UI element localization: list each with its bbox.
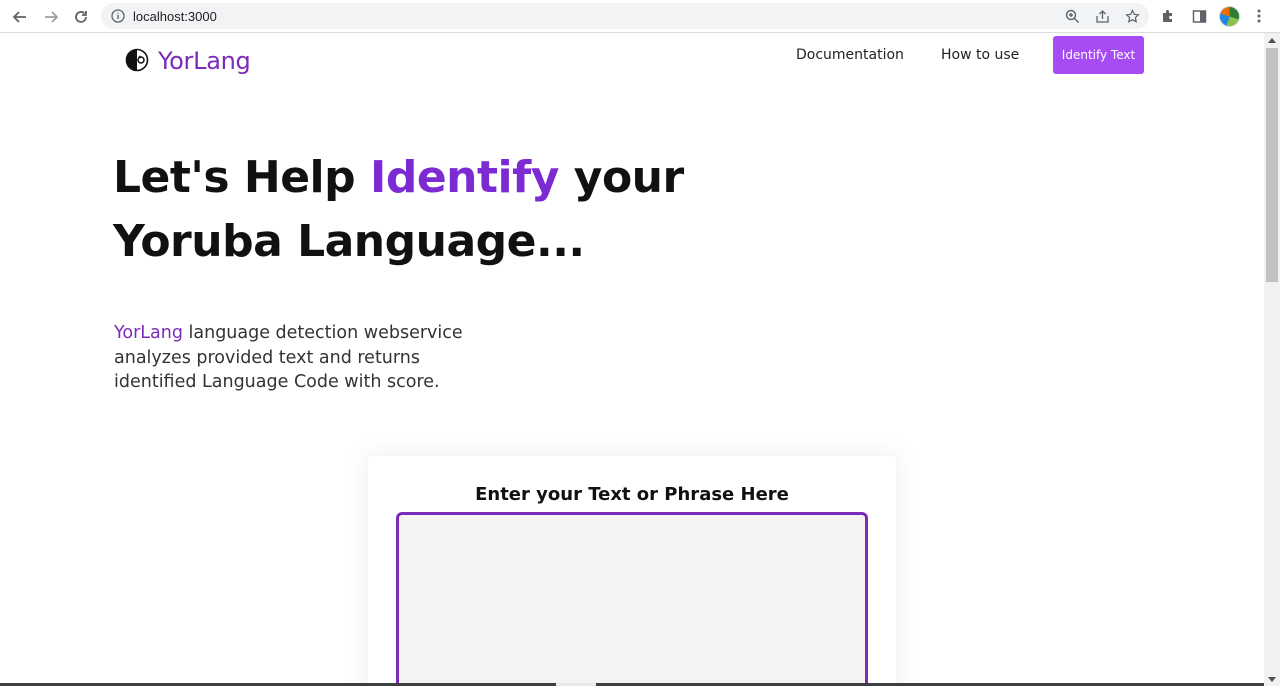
browser-toolbar: localhost:3000 [0, 0, 1280, 33]
scroll-up-arrow-icon[interactable] [1264, 33, 1280, 47]
intro-brand: YorLang [114, 323, 183, 343]
forward-arrow-icon[interactable] [39, 5, 63, 29]
logo-text[interactable]: YorLang [158, 47, 251, 75]
logo-icon [125, 48, 149, 71]
text-input-area[interactable] [396, 512, 868, 686]
card-title: Enter your Text or Phrase Here [475, 484, 789, 505]
url-text[interactable]: localhost:3000 [133, 9, 217, 24]
reload-icon[interactable] [69, 5, 93, 29]
headline-part1: Let's Help [113, 152, 370, 203]
info-icon[interactable] [110, 8, 126, 24]
scroll-down-arrow-icon[interactable] [1264, 672, 1280, 686]
address-bar[interactable]: localhost:3000 [101, 3, 1149, 29]
site-logo[interactable]: YorLang [125, 44, 251, 75]
identify-card: Enter your Text or Phrase Here [368, 456, 896, 686]
zoom-icon[interactable] [1063, 7, 1081, 25]
scrollbar-thumb[interactable] [1266, 48, 1278, 282]
side-panel-icon[interactable] [1189, 6, 1209, 26]
extensions-puzzle-icon[interactable] [1158, 6, 1178, 26]
nav-link-how-to-use[interactable]: How to use [941, 47, 1019, 63]
page-scrollbar[interactable] [1264, 33, 1280, 686]
nav-link-documentation[interactable]: Documentation [796, 47, 904, 63]
profile-avatar[interactable] [1219, 6, 1240, 27]
intro-paragraph: YorLang language detection webservice an… [114, 321, 494, 395]
page-viewport: YorLang Documentation How to use Identif… [0, 34, 1264, 686]
headline-part2: your [558, 152, 684, 203]
identify-text-button[interactable]: Identify Text [1053, 36, 1144, 74]
kebab-menu-icon[interactable] [1249, 6, 1269, 26]
headline-line2: Yoruba Language... [113, 216, 585, 267]
share-icon[interactable] [1093, 7, 1111, 25]
back-arrow-icon[interactable] [8, 5, 32, 29]
headline-accent: Identify [369, 152, 559, 203]
hero-headline: Let's Help Identify your Yoruba Language… [113, 146, 733, 274]
bookmark-star-icon[interactable] [1123, 7, 1141, 25]
